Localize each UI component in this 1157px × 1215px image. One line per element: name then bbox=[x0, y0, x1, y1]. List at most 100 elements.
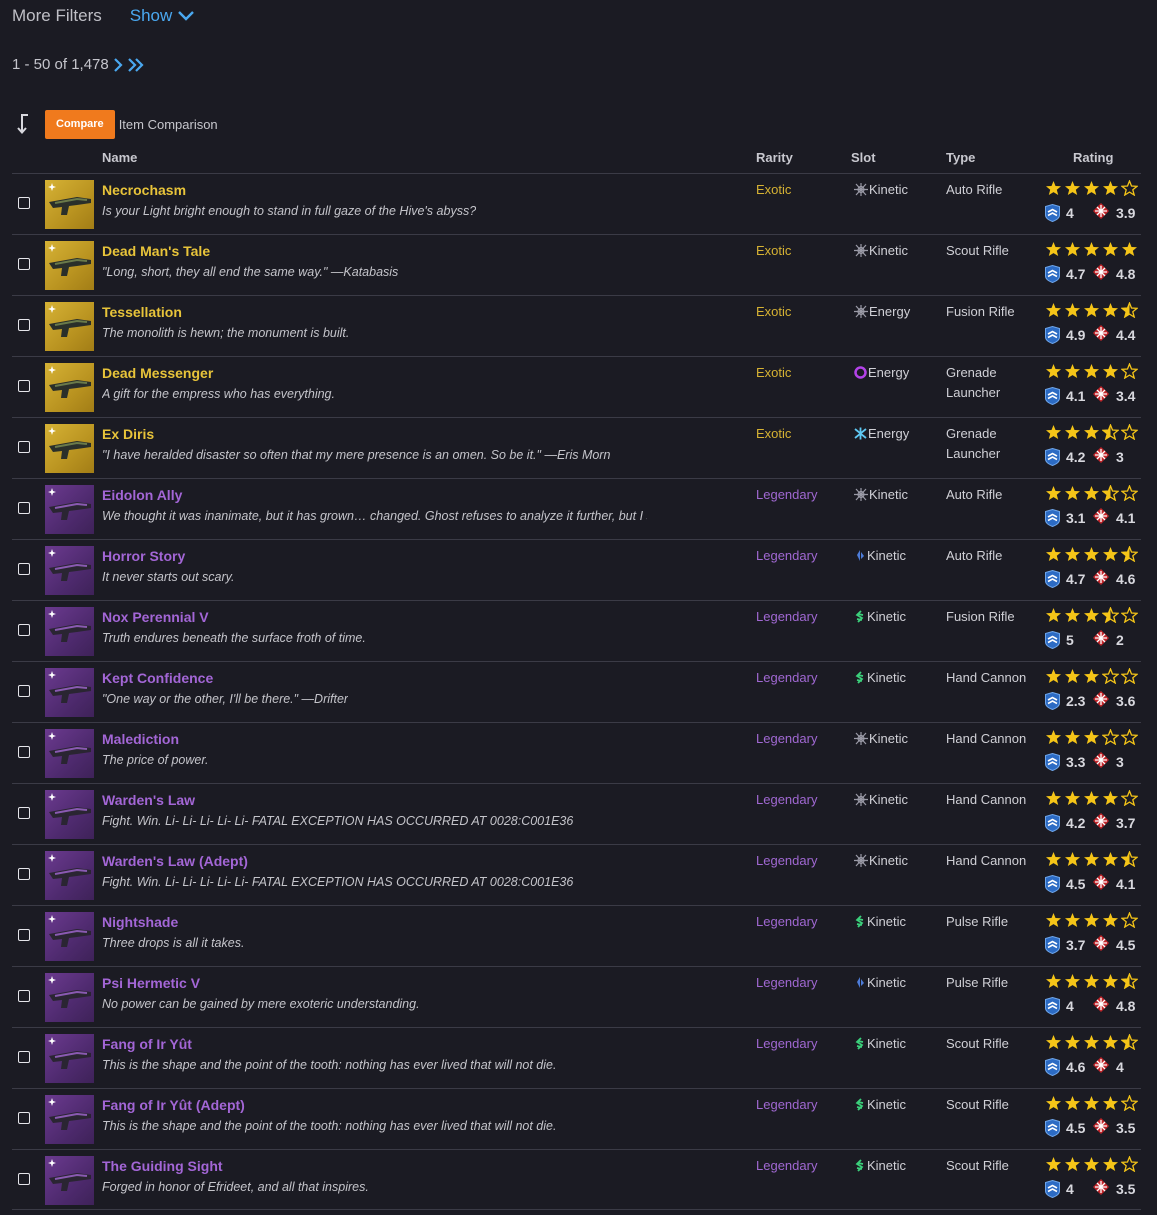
show-filters-toggle[interactable]: Show bbox=[130, 6, 195, 26]
item-row: The Guiding Sight Forged in honor of Efr… bbox=[12, 1149, 1141, 1210]
season-badge-icon bbox=[48, 1159, 56, 1167]
item-name[interactable]: Nightshade bbox=[102, 914, 178, 930]
item-name[interactable]: Warden's Law bbox=[102, 792, 195, 808]
item-row: Malediction The price of power. Legendar… bbox=[12, 722, 1141, 783]
season-badge-icon bbox=[48, 427, 56, 435]
item-type: Hand Cannon bbox=[946, 670, 1027, 685]
item-slot-label: Energy bbox=[868, 365, 910, 380]
item-thumbnail[interactable] bbox=[45, 790, 94, 839]
star-full-icon bbox=[1103, 974, 1118, 988]
pvp-crucible-icon bbox=[1093, 1118, 1109, 1134]
item-name[interactable]: Psi Hermetic V bbox=[102, 975, 200, 991]
item-thumbnail[interactable] bbox=[45, 363, 94, 412]
select-checkbox[interactable] bbox=[18, 624, 30, 636]
sort-arrow-icon[interactable] bbox=[12, 111, 38, 137]
select-checkbox[interactable] bbox=[18, 380, 30, 392]
select-checkbox[interactable] bbox=[18, 319, 30, 331]
select-checkbox[interactable] bbox=[18, 563, 30, 575]
select-checkbox[interactable] bbox=[18, 1173, 30, 1185]
item-thumbnail[interactable] bbox=[45, 424, 94, 473]
select-checkbox[interactable] bbox=[18, 1051, 30, 1063]
item-thumbnail[interactable] bbox=[45, 729, 94, 778]
pvp-crucible-icon bbox=[1093, 935, 1109, 951]
item-thumbnail[interactable] bbox=[45, 851, 94, 900]
item-row: Psi Hermetic V No power can be gained by… bbox=[12, 966, 1141, 1027]
star-full-icon bbox=[1065, 913, 1080, 927]
item-thumbnail[interactable] bbox=[45, 1095, 94, 1144]
compare-button[interactable]: Compare bbox=[45, 109, 115, 139]
item-thumbnail[interactable] bbox=[45, 302, 94, 351]
item-name[interactable]: Kept Confidence bbox=[102, 670, 213, 686]
pvp-rating: 4.6 bbox=[1116, 570, 1136, 587]
select-checkbox[interactable] bbox=[18, 807, 30, 819]
item-name[interactable]: Tessellation bbox=[102, 304, 182, 320]
item-thumbnail[interactable] bbox=[45, 1034, 94, 1083]
item-name[interactable]: Fang of Ir Yût (Adept) bbox=[102, 1097, 245, 1113]
column-name-header[interactable]: Name bbox=[102, 150, 137, 165]
column-rating-header[interactable]: Rating bbox=[1073, 150, 1113, 165]
item-name[interactable]: Eidolon Ally bbox=[102, 487, 182, 503]
item-type: Hand Cannon bbox=[946, 792, 1027, 807]
item-thumbnail[interactable] bbox=[45, 1156, 94, 1205]
item-name[interactable]: Necrochasm bbox=[102, 182, 186, 198]
select-checkbox[interactable] bbox=[18, 929, 30, 941]
item-name[interactable]: Malediction bbox=[102, 731, 179, 747]
activity-ratings: 2.3 3.6 bbox=[1045, 690, 1135, 711]
last-page-button[interactable] bbox=[127, 57, 145, 72]
item-thumbnail[interactable] bbox=[45, 546, 94, 595]
item-name[interactable]: Horror Story bbox=[102, 548, 185, 564]
star-full-icon bbox=[1046, 974, 1061, 988]
item-thumbnail[interactable] bbox=[45, 180, 94, 229]
item-name[interactable]: Ex Diris bbox=[102, 426, 154, 442]
select-checkbox[interactable] bbox=[18, 746, 30, 758]
item-name[interactable]: Dead Man's Tale bbox=[102, 243, 210, 259]
select-checkbox[interactable] bbox=[18, 258, 30, 270]
item-thumbnail[interactable] bbox=[45, 241, 94, 290]
item-rarity: Legendary bbox=[756, 792, 818, 807]
select-checkbox[interactable] bbox=[18, 502, 30, 514]
item-row: Eidolon Ally We thought it was inanimate… bbox=[12, 478, 1141, 539]
star-full-icon bbox=[1065, 791, 1080, 805]
weapon-silhouette bbox=[49, 563, 91, 581]
item-name[interactable]: Dead Messenger bbox=[102, 365, 213, 381]
more-filters-label: More Filters bbox=[12, 6, 102, 25]
pvp-crucible-icon bbox=[1093, 447, 1109, 463]
item-thumbnail[interactable] bbox=[45, 668, 94, 717]
pvp-crucible-icon bbox=[1093, 996, 1109, 1012]
season-badge-icon bbox=[48, 854, 56, 862]
item-row: Warden's Law (Adept) Fight. Win. Li- Li-… bbox=[12, 844, 1141, 905]
item-type: Fusion Rifle bbox=[946, 609, 1015, 624]
item-name[interactable]: Nox Perennial V bbox=[102, 609, 209, 625]
item-rarity: Exotic bbox=[756, 243, 792, 258]
select-checkbox[interactable] bbox=[18, 197, 30, 209]
item-name[interactable]: Warden's Law (Adept) bbox=[102, 853, 248, 869]
pvp-crucible-icon bbox=[1093, 325, 1109, 341]
column-slot-header[interactable]: Slot bbox=[851, 150, 876, 165]
star-full-icon bbox=[1103, 1157, 1118, 1171]
select-checkbox[interactable] bbox=[18, 990, 30, 1002]
item-thumbnail[interactable] bbox=[45, 607, 94, 656]
select-checkbox[interactable] bbox=[18, 868, 30, 880]
select-checkbox[interactable] bbox=[18, 685, 30, 697]
item-type: Auto Rifle bbox=[946, 487, 1003, 502]
item-thumbnail[interactable] bbox=[45, 912, 94, 961]
item-name[interactable]: The Guiding Sight bbox=[102, 1158, 223, 1174]
item-slot-label: Kinetic bbox=[867, 548, 907, 563]
activity-ratings: 4 3.9 bbox=[1045, 202, 1135, 223]
item-thumbnail[interactable] bbox=[45, 973, 94, 1022]
item-row: Fang of Ir Yût This is the shape and the… bbox=[12, 1027, 1141, 1088]
column-rarity-header[interactable]: Rarity bbox=[756, 150, 793, 165]
activity-ratings: 4.6 4 bbox=[1045, 1056, 1124, 1077]
item-thumbnail[interactable] bbox=[45, 485, 94, 534]
next-page-button[interactable] bbox=[113, 57, 123, 72]
pvp-rating: 3.9 bbox=[1116, 204, 1136, 221]
select-checkbox[interactable] bbox=[18, 441, 30, 453]
select-checkbox[interactable] bbox=[18, 1112, 30, 1124]
star-full-icon bbox=[1084, 791, 1099, 805]
column-type-header[interactable]: Type bbox=[946, 150, 975, 165]
season-badge-icon bbox=[48, 366, 56, 374]
weapon-silhouette bbox=[49, 197, 91, 215]
compare-toolbar: Compare Item Comparison bbox=[12, 109, 218, 139]
item-slot: Kinetic bbox=[854, 548, 906, 563]
item-name[interactable]: Fang of Ir Yût bbox=[102, 1036, 192, 1052]
